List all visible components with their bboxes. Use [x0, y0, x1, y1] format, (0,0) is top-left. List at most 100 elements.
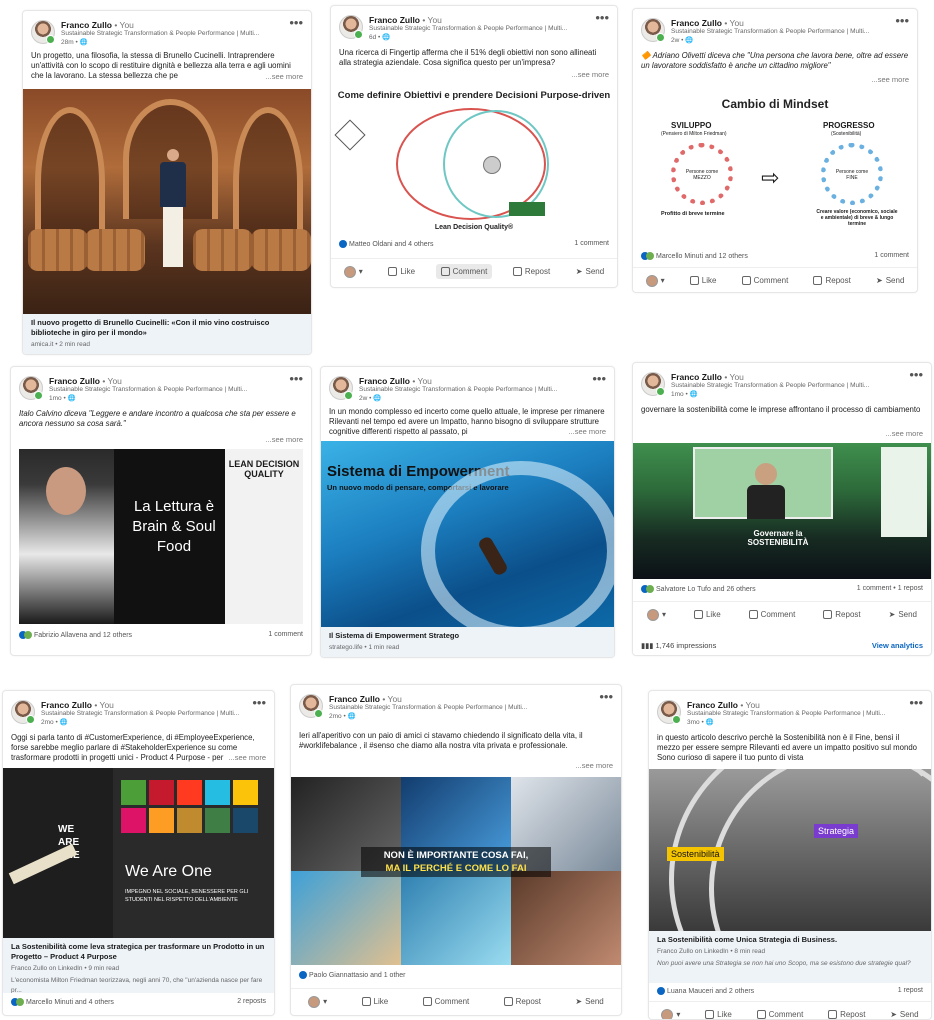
comment-button[interactable]: Comment	[744, 607, 801, 622]
comment-count[interactable]: 1 comment	[874, 252, 909, 259]
actor-switch[interactable]: ▾	[641, 272, 670, 290]
send-button[interactable]: ➤ Send	[871, 273, 909, 288]
actor-switch[interactable]: ▾	[339, 263, 368, 281]
repost-button[interactable]: Repost	[508, 264, 555, 279]
comment-count[interactable]: 1 comment • 1 repost	[857, 585, 923, 592]
send-button[interactable]: ➤ Send	[885, 1007, 923, 1019]
post-image[interactable]: La Lettura è Brain & Soul Food LEAN DECI…	[19, 449, 303, 624]
see-more-link[interactable]: ...see more	[883, 429, 923, 438]
author-subtitle: Sustainable Strategic Transformation & P…	[671, 28, 870, 35]
author-name[interactable]: Franco Zullo • You	[687, 700, 760, 710]
more-options-icon[interactable]: •••	[289, 371, 303, 386]
view-analytics-link[interactable]: View analytics	[872, 641, 923, 650]
avatar[interactable]	[299, 694, 323, 718]
link-caption[interactable]: La Sostenibilità come leva strategica pe…	[3, 938, 274, 993]
reaction-count[interactable]: Marcello Minuti and 12 others	[641, 252, 748, 260]
like-button[interactable]: Like	[383, 264, 420, 279]
see-more-link[interactable]: ...see more	[569, 70, 609, 79]
avatar[interactable]	[11, 700, 35, 724]
barrel	[193, 229, 253, 271]
repost-button[interactable]: Repost	[823, 1007, 870, 1019]
avatar[interactable]	[19, 376, 43, 400]
send-button[interactable]: ➤ Send	[571, 264, 609, 279]
reaction-count[interactable]: Luana Mauceri and 2 others	[657, 987, 754, 995]
repost-button[interactable]: Repost	[818, 607, 865, 622]
see-more-link[interactable]: ...see more	[566, 427, 606, 436]
link-caption[interactable]: Il nuovo progetto di Brunello Cucinelli:…	[23, 314, 311, 354]
author-name[interactable]: Franco Zullo • You	[49, 376, 122, 386]
like-button[interactable]: Like	[685, 273, 722, 288]
like-button[interactable]: Like	[357, 994, 394, 1009]
like-button[interactable]: Like	[689, 607, 726, 622]
more-options-icon[interactable]: •••	[909, 695, 923, 710]
post-header: Franco Zullo • You Sustainable Strategic…	[633, 9, 917, 44]
action-bar: ▾ Like Comment Repost ➤ Send	[649, 1001, 931, 1019]
post-image[interactable]	[23, 89, 311, 314]
avatar[interactable]	[31, 20, 55, 44]
post-header: Franco Zullo • You Sustainable Strategic…	[11, 367, 311, 402]
see-more-link[interactable]: ...see more	[263, 72, 303, 81]
post-image[interactable]: Cambio di Mindset SVILUPPO (Pensiero di …	[633, 89, 917, 249]
author-name[interactable]: Franco Zullo • You	[369, 15, 442, 25]
actor-switch[interactable]: ▾	[303, 993, 332, 1011]
more-options-icon[interactable]: •••	[599, 689, 613, 704]
post-text: Italo Calvino diceva "Leggere e andare i…	[19, 409, 296, 428]
reaction-count[interactable]: Marcello Minuti and 4 others	[11, 998, 114, 1006]
comment-button[interactable]: Comment	[418, 994, 475, 1009]
author-subtitle: Sustainable Strategic Transformation & P…	[61, 30, 260, 37]
comment-count[interactable]: 1 comment	[268, 631, 303, 638]
action-bar: ▾ Like Comment Repost ➤ Send	[331, 258, 617, 284]
comment-button[interactable]: Comment	[752, 1007, 809, 1019]
post-header: Franco Zullo • You Sustainable Strategic…	[331, 6, 617, 41]
see-more-link[interactable]: ...see more	[263, 435, 303, 444]
reaction-count[interactable]: Salvatore Lo Tufo and 26 others	[641, 585, 756, 593]
post-time: 1mo • 🌐	[671, 391, 698, 398]
author-name[interactable]: Franco Zullo • You	[41, 700, 114, 710]
more-options-icon[interactable]: •••	[595, 10, 609, 25]
send-button[interactable]: ➤ Send	[570, 994, 608, 1009]
avatar[interactable]	[329, 376, 353, 400]
see-more-link[interactable]: ...see more	[573, 761, 613, 770]
more-options-icon[interactable]: •••	[289, 15, 303, 30]
see-more-link[interactable]: ...see more	[226, 753, 266, 762]
more-options-icon[interactable]: •••	[252, 695, 266, 710]
comment-button[interactable]: Comment	[435, 264, 493, 279]
post-image[interactable]: Governare la SOSTENIBILITÀ	[633, 443, 931, 579]
post-card-8: Franco Zullo • You Sustainable Strategic…	[290, 684, 622, 1016]
repost-count[interactable]: 2 reposts	[237, 998, 266, 1005]
repost-count[interactable]: 1 repost	[898, 987, 923, 994]
more-options-icon[interactable]: •••	[895, 13, 909, 28]
repost-button[interactable]: Repost	[808, 273, 855, 288]
author-name[interactable]: Franco Zullo • You	[671, 18, 744, 28]
post-image[interactable]: WE ARE ONE We Are One IMPEGNO NEL SOCIAL…	[3, 768, 274, 938]
see-more-link[interactable]: ...see more	[869, 75, 909, 84]
comment-button[interactable]: Comment	[737, 273, 794, 288]
more-options-icon[interactable]: •••	[592, 371, 606, 386]
post-time: 2w • 🌐	[671, 37, 694, 44]
author-name[interactable]: Franco Zullo • You	[329, 694, 402, 704]
post-image[interactable]: Sostenibilità Strategia	[649, 769, 931, 931]
send-button[interactable]: ➤ Send	[884, 607, 922, 622]
diagram-center	[483, 156, 501, 174]
link-caption[interactable]: Il Sistema di Empowerment Stratego strat…	[321, 627, 614, 657]
avatar[interactable]	[657, 700, 681, 724]
author-name[interactable]: Franco Zullo • You	[671, 372, 744, 382]
post-image[interactable]: Sistema di Empowerment Un nuovo modo di …	[321, 441, 614, 627]
like-button[interactable]: Like	[700, 1007, 737, 1019]
avatar[interactable]	[339, 15, 363, 39]
more-options-icon[interactable]: •••	[909, 367, 923, 382]
reaction-count[interactable]: Matteo Oldani and 4 others	[339, 240, 433, 248]
actor-switch[interactable]: ▾	[656, 1006, 685, 1019]
post-image[interactable]: NON È IMPORTANTE COSA FAI, MA IL PERCHÉ …	[291, 777, 621, 965]
reaction-count[interactable]: Paolo Giannattasio and 1 other	[299, 971, 406, 979]
avatar[interactable]	[641, 18, 665, 42]
repost-button[interactable]: Repost	[499, 994, 546, 1009]
post-image[interactable]: Come definire Obiettivi e prendere Decis…	[331, 86, 617, 236]
reaction-count[interactable]: Fabrizio Allavena and 12 others	[19, 631, 132, 639]
author-name[interactable]: Franco Zullo • You	[359, 376, 432, 386]
avatar[interactable]	[641, 372, 665, 396]
link-caption[interactable]: La Sostenibilità come Unica Strategia di…	[649, 931, 931, 983]
actor-switch[interactable]: ▾	[642, 606, 671, 624]
comment-count[interactable]: 1 comment	[574, 240, 609, 247]
author-name[interactable]: Franco Zullo • You	[61, 20, 134, 30]
